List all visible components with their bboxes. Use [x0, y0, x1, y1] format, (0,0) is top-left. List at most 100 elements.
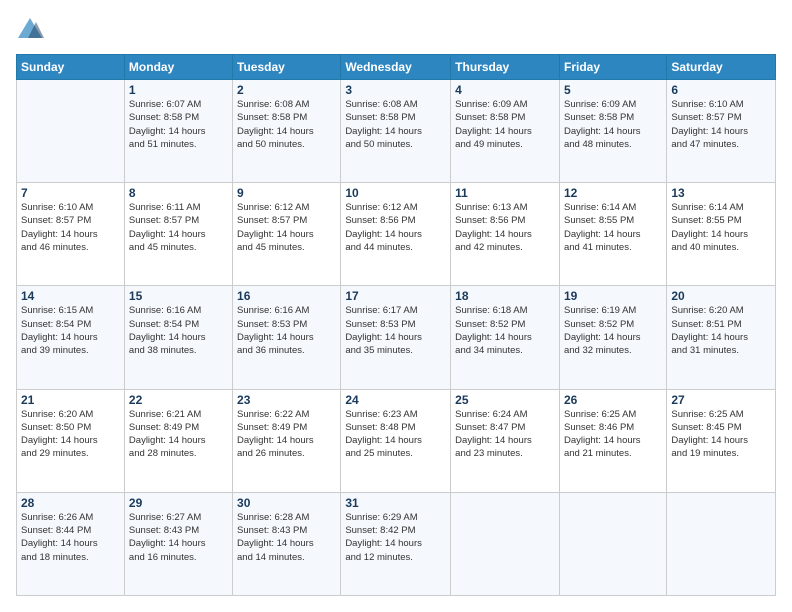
- logo-icon: [16, 16, 44, 44]
- calendar-cell: [17, 80, 125, 183]
- day-detail: Sunrise: 6:20 AM Sunset: 8:51 PM Dayligh…: [671, 304, 771, 357]
- calendar-cell: 25Sunrise: 6:24 AM Sunset: 8:47 PM Dayli…: [451, 389, 560, 492]
- calendar-cell: [451, 492, 560, 595]
- calendar-cell: 10Sunrise: 6:12 AM Sunset: 8:56 PM Dayli…: [341, 183, 451, 286]
- calendar-cell: 17Sunrise: 6:17 AM Sunset: 8:53 PM Dayli…: [341, 286, 451, 389]
- calendar-week-1: 1Sunrise: 6:07 AM Sunset: 8:58 PM Daylig…: [17, 80, 776, 183]
- calendar-cell: 23Sunrise: 6:22 AM Sunset: 8:49 PM Dayli…: [233, 389, 341, 492]
- calendar-cell: 27Sunrise: 6:25 AM Sunset: 8:45 PM Dayli…: [667, 389, 776, 492]
- day-number: 2: [237, 83, 336, 97]
- calendar-cell: 7Sunrise: 6:10 AM Sunset: 8:57 PM Daylig…: [17, 183, 125, 286]
- day-detail: Sunrise: 6:26 AM Sunset: 8:44 PM Dayligh…: [21, 511, 120, 564]
- calendar-cell: 8Sunrise: 6:11 AM Sunset: 8:57 PM Daylig…: [124, 183, 232, 286]
- logo: [16, 16, 48, 44]
- calendar-header-row: SundayMondayTuesdayWednesdayThursdayFrid…: [17, 55, 776, 80]
- day-detail: Sunrise: 6:27 AM Sunset: 8:43 PM Dayligh…: [129, 511, 228, 564]
- day-detail: Sunrise: 6:09 AM Sunset: 8:58 PM Dayligh…: [564, 98, 662, 151]
- day-header-tuesday: Tuesday: [233, 55, 341, 80]
- day-number: 15: [129, 289, 228, 303]
- day-number: 16: [237, 289, 336, 303]
- day-number: 27: [671, 393, 771, 407]
- day-detail: Sunrise: 6:29 AM Sunset: 8:42 PM Dayligh…: [345, 511, 446, 564]
- day-number: 5: [564, 83, 662, 97]
- day-number: 28: [21, 496, 120, 510]
- day-detail: Sunrise: 6:23 AM Sunset: 8:48 PM Dayligh…: [345, 408, 446, 461]
- day-detail: Sunrise: 6:28 AM Sunset: 8:43 PM Dayligh…: [237, 511, 336, 564]
- day-detail: Sunrise: 6:20 AM Sunset: 8:50 PM Dayligh…: [21, 408, 120, 461]
- day-number: 26: [564, 393, 662, 407]
- day-detail: Sunrise: 6:24 AM Sunset: 8:47 PM Dayligh…: [455, 408, 555, 461]
- day-number: 21: [21, 393, 120, 407]
- day-detail: Sunrise: 6:08 AM Sunset: 8:58 PM Dayligh…: [345, 98, 446, 151]
- day-detail: Sunrise: 6:10 AM Sunset: 8:57 PM Dayligh…: [671, 98, 771, 151]
- day-detail: Sunrise: 6:22 AM Sunset: 8:49 PM Dayligh…: [237, 408, 336, 461]
- calendar-week-2: 7Sunrise: 6:10 AM Sunset: 8:57 PM Daylig…: [17, 183, 776, 286]
- day-number: 23: [237, 393, 336, 407]
- calendar-cell: 26Sunrise: 6:25 AM Sunset: 8:46 PM Dayli…: [559, 389, 666, 492]
- day-detail: Sunrise: 6:15 AM Sunset: 8:54 PM Dayligh…: [21, 304, 120, 357]
- calendar-cell: 30Sunrise: 6:28 AM Sunset: 8:43 PM Dayli…: [233, 492, 341, 595]
- day-detail: Sunrise: 6:12 AM Sunset: 8:57 PM Dayligh…: [237, 201, 336, 254]
- day-number: 7: [21, 186, 120, 200]
- calendar-cell: 13Sunrise: 6:14 AM Sunset: 8:55 PM Dayli…: [667, 183, 776, 286]
- day-number: 11: [455, 186, 555, 200]
- calendar-cell: 28Sunrise: 6:26 AM Sunset: 8:44 PM Dayli…: [17, 492, 125, 595]
- calendar-cell: 15Sunrise: 6:16 AM Sunset: 8:54 PM Dayli…: [124, 286, 232, 389]
- calendar-cell: 31Sunrise: 6:29 AM Sunset: 8:42 PM Dayli…: [341, 492, 451, 595]
- day-header-wednesday: Wednesday: [341, 55, 451, 80]
- calendar-cell: 18Sunrise: 6:18 AM Sunset: 8:52 PM Dayli…: [451, 286, 560, 389]
- calendar-week-3: 14Sunrise: 6:15 AM Sunset: 8:54 PM Dayli…: [17, 286, 776, 389]
- day-number: 30: [237, 496, 336, 510]
- day-number: 25: [455, 393, 555, 407]
- calendar-cell: 5Sunrise: 6:09 AM Sunset: 8:58 PM Daylig…: [559, 80, 666, 183]
- day-number: 9: [237, 186, 336, 200]
- calendar-cell: 9Sunrise: 6:12 AM Sunset: 8:57 PM Daylig…: [233, 183, 341, 286]
- day-detail: Sunrise: 6:12 AM Sunset: 8:56 PM Dayligh…: [345, 201, 446, 254]
- calendar-week-5: 28Sunrise: 6:26 AM Sunset: 8:44 PM Dayli…: [17, 492, 776, 595]
- day-detail: Sunrise: 6:07 AM Sunset: 8:58 PM Dayligh…: [129, 98, 228, 151]
- calendar-cell: 22Sunrise: 6:21 AM Sunset: 8:49 PM Dayli…: [124, 389, 232, 492]
- calendar-table: SundayMondayTuesdayWednesdayThursdayFrid…: [16, 54, 776, 596]
- calendar-cell: 19Sunrise: 6:19 AM Sunset: 8:52 PM Dayli…: [559, 286, 666, 389]
- calendar-cell: 1Sunrise: 6:07 AM Sunset: 8:58 PM Daylig…: [124, 80, 232, 183]
- day-number: 19: [564, 289, 662, 303]
- day-number: 31: [345, 496, 446, 510]
- day-detail: Sunrise: 6:08 AM Sunset: 8:58 PM Dayligh…: [237, 98, 336, 151]
- day-number: 12: [564, 186, 662, 200]
- day-detail: Sunrise: 6:25 AM Sunset: 8:46 PM Dayligh…: [564, 408, 662, 461]
- header: [16, 16, 776, 44]
- day-number: 13: [671, 186, 771, 200]
- day-detail: Sunrise: 6:21 AM Sunset: 8:49 PM Dayligh…: [129, 408, 228, 461]
- calendar-cell: 16Sunrise: 6:16 AM Sunset: 8:53 PM Dayli…: [233, 286, 341, 389]
- calendar-cell: 24Sunrise: 6:23 AM Sunset: 8:48 PM Dayli…: [341, 389, 451, 492]
- day-number: 24: [345, 393, 446, 407]
- calendar-cell: [559, 492, 666, 595]
- day-number: 4: [455, 83, 555, 97]
- day-detail: Sunrise: 6:19 AM Sunset: 8:52 PM Dayligh…: [564, 304, 662, 357]
- day-number: 14: [21, 289, 120, 303]
- day-detail: Sunrise: 6:14 AM Sunset: 8:55 PM Dayligh…: [564, 201, 662, 254]
- calendar-cell: 3Sunrise: 6:08 AM Sunset: 8:58 PM Daylig…: [341, 80, 451, 183]
- day-detail: Sunrise: 6:11 AM Sunset: 8:57 PM Dayligh…: [129, 201, 228, 254]
- calendar-cell: [667, 492, 776, 595]
- day-number: 6: [671, 83, 771, 97]
- calendar-cell: 12Sunrise: 6:14 AM Sunset: 8:55 PM Dayli…: [559, 183, 666, 286]
- day-number: 8: [129, 186, 228, 200]
- day-number: 10: [345, 186, 446, 200]
- day-detail: Sunrise: 6:17 AM Sunset: 8:53 PM Dayligh…: [345, 304, 446, 357]
- calendar-week-4: 21Sunrise: 6:20 AM Sunset: 8:50 PM Dayli…: [17, 389, 776, 492]
- day-number: 22: [129, 393, 228, 407]
- calendar-cell: 6Sunrise: 6:10 AM Sunset: 8:57 PM Daylig…: [667, 80, 776, 183]
- day-number: 29: [129, 496, 228, 510]
- day-detail: Sunrise: 6:13 AM Sunset: 8:56 PM Dayligh…: [455, 201, 555, 254]
- day-detail: Sunrise: 6:16 AM Sunset: 8:53 PM Dayligh…: [237, 304, 336, 357]
- calendar-cell: 20Sunrise: 6:20 AM Sunset: 8:51 PM Dayli…: [667, 286, 776, 389]
- calendar-cell: 2Sunrise: 6:08 AM Sunset: 8:58 PM Daylig…: [233, 80, 341, 183]
- day-header-sunday: Sunday: [17, 55, 125, 80]
- day-detail: Sunrise: 6:09 AM Sunset: 8:58 PM Dayligh…: [455, 98, 555, 151]
- day-detail: Sunrise: 6:16 AM Sunset: 8:54 PM Dayligh…: [129, 304, 228, 357]
- calendar-cell: 11Sunrise: 6:13 AM Sunset: 8:56 PM Dayli…: [451, 183, 560, 286]
- day-number: 1: [129, 83, 228, 97]
- day-header-monday: Monday: [124, 55, 232, 80]
- calendar-cell: 4Sunrise: 6:09 AM Sunset: 8:58 PM Daylig…: [451, 80, 560, 183]
